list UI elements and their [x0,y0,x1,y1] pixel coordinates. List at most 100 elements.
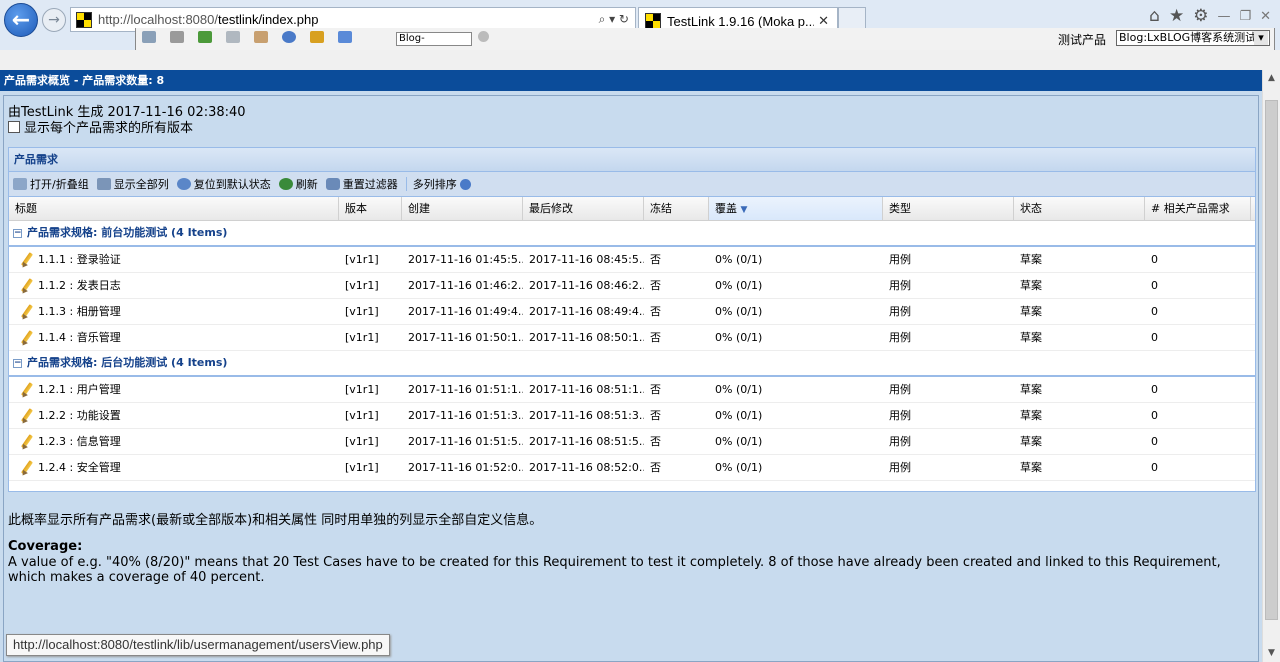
cell-title[interactable]: 1.2.1 : 用户管理 [9,377,339,402]
edit-pencil-icon[interactable] [19,408,35,424]
help-icon[interactable] [338,31,352,43]
requirement-title[interactable]: 1.2.2 : 功能设置 [38,403,121,428]
grid-toolbar: 打开/折叠组 显示全部列 复位到默认状态 刷新 重置过滤器 多列排序 [9,172,1255,197]
table-row[interactable]: 1.1.2 : 发表日志 [v1r1] 2017-11-16 01:46:2... 2… [9,273,1255,299]
undo-icon [176,178,191,190]
edit-pencil-icon[interactable] [19,252,35,268]
table-row[interactable]: 1.1.4 : 音乐管理 [v1r1] 2017-11-16 01:50:1... 2… [9,325,1255,351]
cell-frozen: 否 [650,461,661,474]
table-row[interactable]: 1.2.4 : 安全管理 [v1r1] 2017-11-16 01:52:0... 2… [9,455,1255,481]
search-icon[interactable] [478,31,489,42]
table-row[interactable]: 1.1.3 : 相册管理 [v1r1] 2017-11-16 01:49:4... 2… [9,299,1255,325]
forward-button[interactable]: → [42,8,66,32]
project-select[interactable]: Blog:LxBLOG博客系统测试 [1116,30,1270,46]
tab-close-icon[interactable]: ✕ [818,14,829,29]
show-all-columns-button[interactable]: 显示全部列 [96,176,169,192]
col-header-coverage[interactable]: 覆盖 ▼ [709,197,883,220]
cell-title[interactable]: 1.1.1 : 登录验证 [9,247,339,272]
cell-related: 0 [1151,253,1158,266]
edit-pencil-icon[interactable] [19,460,35,476]
table-row[interactable]: 1.2.1 : 用户管理 [v1r1] 2017-11-16 01:51:1... 2… [9,377,1255,403]
cell-status: 草案 [1020,383,1042,396]
col-header-title[interactable]: 标题 [9,197,339,220]
toolbar-separator [405,177,407,191]
address-controls[interactable]: ⌕ ▾ ↻ [599,12,629,27]
collapse-toggle-icon[interactable]: − [13,358,22,368]
table-row[interactable]: 1.1.1 : 登录验证 [v1r1] 2017-11-16 01:45:5... 2… [9,247,1255,273]
minimize-button[interactable]: — [1217,9,1230,24]
status-bar-url: http://localhost:8080/testlink/lib/userm… [6,634,390,656]
toolbar-gap [0,50,1280,70]
edit-pencil-icon[interactable] [19,330,35,346]
scroll-up-icon[interactable]: ▲ [1263,70,1280,87]
cell-created: 2017-11-16 01:52:0... [408,461,523,474]
edit-pencil-icon[interactable] [19,278,35,294]
requirement-title[interactable]: 1.2.3 : 信息管理 [38,429,121,454]
requirement-title[interactable]: 1.1.1 : 登录验证 [38,247,121,272]
col-header-status[interactable]: 状态 [1014,197,1145,220]
cell-title[interactable]: 1.2.4 : 安全管理 [9,455,339,480]
edit-pencil-icon[interactable] [19,304,35,320]
home-icon[interactable]: ⌂ [1149,6,1160,26]
col-header-created[interactable]: 创建 [402,197,523,220]
restore-button[interactable]: ❐ [1239,9,1251,24]
table-row[interactable]: 1.2.2 : 功能设置 [v1r1] 2017-11-16 01:51:3... 2… [9,403,1255,429]
col-header-modified[interactable]: 最后修改 [523,197,644,220]
desktop-icon[interactable] [142,31,156,43]
scroll-down-icon[interactable]: ▼ [1263,645,1280,662]
requirement-title[interactable]: 1.2.1 : 用户管理 [38,377,121,402]
users-icon[interactable] [282,31,296,43]
spec-icon[interactable] [226,31,240,43]
cell-coverage: 0% (0/1) [715,409,763,422]
vertical-scrollbar[interactable]: ▲ ▼ [1262,70,1280,662]
favorites-star-icon[interactable]: ★ [1169,6,1184,26]
back-button[interactable]: ← [4,3,38,37]
requirements-icon[interactable] [198,31,212,43]
scroll-thumb[interactable] [1265,100,1278,620]
settings-gear-icon[interactable]: ⚙ [1193,6,1208,26]
testcase-search-input[interactable]: Blog- [396,32,472,46]
show-all-versions-checkbox[interactable] [8,120,20,133]
events-icon[interactable] [310,31,324,43]
group-label: 产品需求规格: 前台功能测试 (4 Items) [27,226,228,239]
cell-related: 0 [1151,279,1158,292]
col-header-version[interactable]: 版本 [339,197,402,220]
group-header[interactable]: − 产品需求规格: 后台功能测试 (4 Items) [9,351,1255,377]
cell-version: [v1r1] [345,383,379,396]
requirement-title[interactable]: 1.1.4 : 音乐管理 [38,325,121,350]
window-close-button[interactable]: ✕ [1260,9,1271,24]
group-header[interactable]: − 产品需求规格: 前台功能测试 (4 Items) [9,221,1255,247]
info-icon [459,178,471,190]
requirement-title[interactable]: 1.1.2 : 发表日志 [38,273,121,298]
refresh-button[interactable]: 刷新 [278,176,318,192]
edit-pencil-icon[interactable] [19,434,35,450]
multi-sort-button[interactable]: 多列排序 [413,176,474,192]
show-all-versions[interactable]: 显示每个产品需求的所有版本 [8,117,193,136]
cell-title[interactable]: 1.1.4 : 音乐管理 [9,325,339,350]
cell-type: 用例 [889,383,911,396]
reset-filters-button[interactable]: 重置过滤器 [325,176,398,192]
collapse-toggle-icon[interactable]: − [13,228,22,238]
cell-version: [v1r1] [345,435,379,448]
project-label: 测试产品 [1058,33,1107,47]
cell-title[interactable]: 1.2.2 : 功能设置 [9,403,339,428]
reset-default-button[interactable]: 复位到默认状态 [176,176,271,192]
col-header-frozen[interactable]: 冻结 [644,197,709,220]
requirement-title[interactable]: 1.2.4 : 安全管理 [38,455,121,480]
cell-coverage: 0% (0/1) [715,253,763,266]
table-row[interactable]: 1.2.3 : 信息管理 [v1r1] 2017-11-16 01:51:5... 2… [9,429,1255,455]
edit-pencil-icon[interactable] [19,382,35,398]
cell-title[interactable]: 1.2.3 : 信息管理 [9,429,339,454]
expand-collapse-button[interactable]: 打开/折叠组 [13,176,89,192]
address-url[interactable]: http://localhost:8080/testlink/index.php [98,12,599,27]
cell-type: 用例 [889,461,911,474]
print-icon[interactable] [170,31,184,43]
cell-frozen: 否 [650,435,661,448]
col-header-related[interactable]: # 相关产品需求 [1145,197,1251,220]
cell-version: [v1r1] [345,409,379,422]
cell-title[interactable]: 1.1.3 : 相册管理 [9,299,339,324]
requirement-title[interactable]: 1.1.3 : 相册管理 [38,299,121,324]
exec-icon[interactable] [254,31,268,43]
cell-title[interactable]: 1.1.2 : 发表日志 [9,273,339,298]
col-header-type[interactable]: 类型 [883,197,1014,220]
